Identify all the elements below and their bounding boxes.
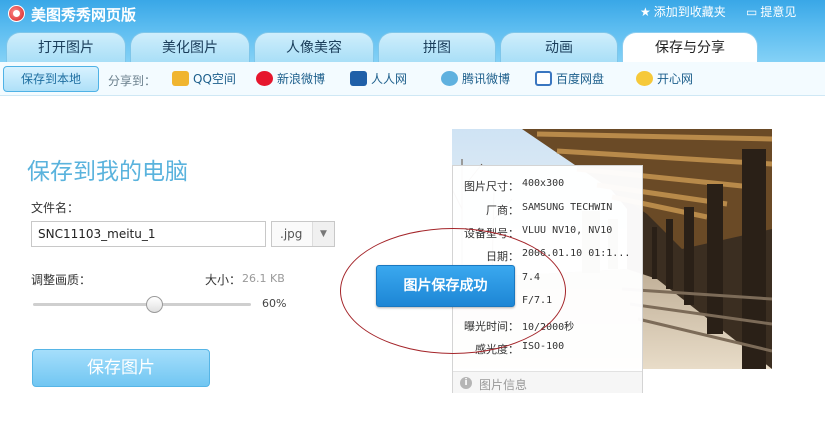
info-value: SAMSUNG TECHWIN bbox=[522, 202, 613, 213]
app-title: 美图秀秀网页版 bbox=[31, 6, 137, 24]
share-renren-label: 人人网 bbox=[371, 72, 408, 86]
info-value: 400x300 bbox=[522, 178, 565, 189]
info-value: ISO-100 bbox=[522, 341, 565, 352]
app-window: 美图秀秀网页版 ★ 添加到收藏夹 ▭ 提意见 打开图片 美化图片 人像美容 拼图 动… bbox=[0, 0, 825, 441]
quality-percent: 60% bbox=[262, 297, 287, 310]
comment-icon: ▭ bbox=[746, 5, 758, 19]
share-baidu-pan[interactable]: 百度网盘 bbox=[535, 71, 604, 89]
share-toolbar: 保存到本地 分享到： QQ空间 新浪微博 人人网 腾讯微博 百度网盘 开心网 bbox=[0, 62, 825, 96]
quality-slider-handle[interactable] bbox=[146, 296, 163, 313]
filename-label: 文件名： bbox=[31, 201, 80, 215]
info-key: 图片尺寸： bbox=[464, 180, 519, 193]
tab-beautify-image[interactable]: 美化图片 bbox=[130, 32, 250, 62]
image-info-label: 图片信息 bbox=[479, 378, 528, 392]
info-key: 厂商： bbox=[486, 204, 519, 217]
feedback-link[interactable]: ▭ 提意见 bbox=[746, 3, 796, 20]
share-qzone-label: QQ空间 bbox=[193, 72, 236, 86]
sina-weibo-icon bbox=[256, 71, 273, 86]
tencent-weibo-icon bbox=[441, 71, 458, 86]
star-icon: ★ bbox=[640, 5, 651, 19]
tab-open-image[interactable]: 打开图片 bbox=[6, 32, 126, 62]
size-label: 大小： bbox=[205, 273, 242, 287]
save-image-button[interactable]: 保存图片 bbox=[32, 349, 210, 387]
share-baidu-label: 百度网盘 bbox=[556, 72, 605, 86]
chevron-down-icon[interactable]: ▼ bbox=[312, 222, 334, 246]
top-header: 美图秀秀网页版 ★ 添加到收藏夹 ▭ 提意见 打开图片 美化图片 人像美容 拼图 动… bbox=[0, 0, 825, 62]
info-row: 厂商： SAMSUNG TECHWIN bbox=[453, 202, 644, 220]
baidu-pan-icon bbox=[535, 71, 552, 86]
share-sina-label: 新浪微博 bbox=[277, 72, 326, 86]
qzone-icon bbox=[172, 71, 189, 86]
extension-value: .jpg bbox=[280, 227, 303, 241]
share-sina-weibo[interactable]: 新浪微博 bbox=[256, 71, 325, 89]
quality-label: 调整画质： bbox=[31, 273, 92, 287]
share-tencent-weibo[interactable]: 腾讯微博 bbox=[441, 71, 510, 89]
kaixin-icon bbox=[636, 71, 653, 86]
add-favorite-label: 添加到收藏夹 bbox=[653, 5, 726, 19]
share-tencent-label: 腾讯微博 bbox=[462, 72, 511, 86]
tab-save-and-share[interactable]: 保存与分享 bbox=[622, 32, 758, 62]
share-renren[interactable]: 人人网 bbox=[350, 71, 407, 89]
tab-animation[interactable]: 动画 bbox=[500, 32, 618, 62]
quality-slider[interactable] bbox=[33, 303, 251, 306]
add-favorite-link[interactable]: ★ 添加到收藏夹 bbox=[640, 3, 726, 20]
tab-collage[interactable]: 拼图 bbox=[378, 32, 496, 62]
share-to-label: 分享到： bbox=[108, 74, 157, 88]
image-info-toggle[interactable]: i 图片信息 bbox=[453, 371, 642, 393]
annotation-ellipse bbox=[340, 228, 566, 354]
app-logo-icon bbox=[8, 5, 25, 22]
info-row: 图片尺寸： 400x300 bbox=[453, 178, 644, 196]
feedback-label: 提意见 bbox=[760, 5, 797, 19]
save-local-button[interactable]: 保存到本地 bbox=[3, 66, 99, 92]
filename-input[interactable]: SNC11103_meitu_1 bbox=[31, 221, 266, 247]
share-kaixin[interactable]: 开心网 bbox=[636, 71, 693, 89]
size-value: 26.1 KB bbox=[242, 272, 285, 285]
extension-select[interactable]: .jpg ▼ bbox=[271, 221, 335, 247]
info-icon: i bbox=[460, 377, 472, 389]
share-kaixin-label: 开心网 bbox=[657, 72, 694, 86]
renren-icon bbox=[350, 71, 367, 86]
share-qzone[interactable]: QQ空间 bbox=[172, 71, 236, 89]
tab-portrait-beauty[interactable]: 人像美容 bbox=[254, 32, 374, 62]
info-value: VLUU NV10, NV10 bbox=[522, 225, 613, 236]
page-title: 保存到我的电脑 bbox=[27, 159, 188, 185]
